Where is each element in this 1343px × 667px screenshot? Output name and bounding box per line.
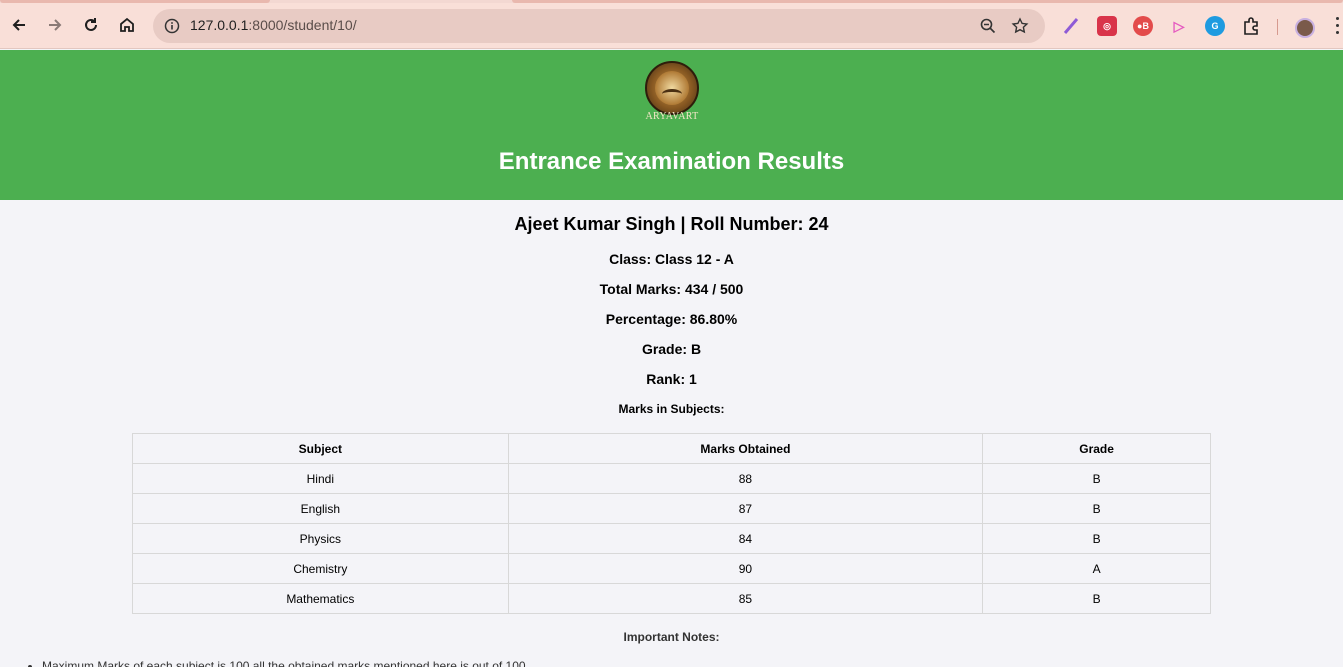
- extension-blue-icon[interactable]: G: [1205, 16, 1225, 36]
- header-marks: Marks Obtained: [507, 433, 984, 464]
- class-detail: Class: Class 12 - A: [609, 251, 734, 267]
- table-header-row: Subject Marks Obtained Grade: [132, 433, 1211, 464]
- logo-book-icon: [662, 89, 682, 99]
- grade-cell: B: [982, 583, 1211, 614]
- grade-cell: B: [982, 523, 1211, 554]
- url-host: 127.0.0.1: [190, 17, 249, 33]
- browser-menu-icon[interactable]: [1334, 17, 1340, 37]
- marks-cell: 88: [507, 463, 984, 494]
- total-marks-detail: Total Marks: 434 / 500: [599, 281, 744, 297]
- back-button[interactable]: [5, 11, 33, 39]
- table-row: Hindi 88 B: [132, 463, 1211, 494]
- forward-arrow-icon: [49, 19, 62, 31]
- browser-toolbar: 127.0.0.1:8000/student/10/ ◎ ●B ▷ G: [0, 3, 1343, 49]
- table-row: Chemistry 90 A: [132, 553, 1211, 584]
- note-item: Maximum Marks of each subject is 100 all…: [42, 659, 526, 667]
- school-logo: ARYAVART: [641, 59, 703, 129]
- subject-cell: Chemistry: [132, 553, 509, 584]
- notes-heading: Important Notes:: [623, 630, 720, 644]
- header-grade: Grade: [982, 433, 1211, 464]
- grade-cell: A: [982, 553, 1211, 584]
- table-row: Physics 84 B: [132, 523, 1211, 554]
- student-heading: Ajeet Kumar Singh | Roll Number: 24: [514, 214, 829, 234]
- toolbar-separator: [1277, 19, 1278, 35]
- subject-cell: Physics: [132, 523, 509, 554]
- grade-cell: B: [982, 493, 1211, 524]
- url-text: 127.0.0.1:8000/student/10/: [190, 17, 357, 33]
- percentage-detail: Percentage: 86.80%: [605, 311, 738, 327]
- marks-cell: 84: [507, 523, 984, 554]
- back-arrow-icon: [12, 19, 25, 31]
- notes-list: Maximum Marks of each subject is 100 all…: [42, 659, 526, 667]
- grade-detail: Grade: B: [641, 341, 702, 357]
- extensions-puzzle-icon[interactable]: [1241, 16, 1261, 36]
- reload-icon: [85, 18, 97, 31]
- reload-button[interactable]: [77, 11, 105, 39]
- marks-cell: 90: [507, 553, 984, 584]
- extension-pink-icon[interactable]: ▷: [1169, 16, 1189, 36]
- subject-cell: Hindi: [132, 463, 509, 494]
- profile-avatar[interactable]: [1295, 18, 1315, 38]
- marks-table: Subject Marks Obtained Grade Hindi 88 B …: [132, 433, 1211, 614]
- bookmark-star-icon[interactable]: [1009, 15, 1031, 37]
- subject-cell: English: [132, 493, 509, 524]
- marks-cell: 85: [507, 583, 984, 614]
- page-title: Entrance Examination Results: [498, 148, 845, 175]
- marks-cell: 87: [507, 493, 984, 524]
- site-info-icon[interactable]: [161, 15, 183, 37]
- subject-cell: Mathematics: [132, 583, 509, 614]
- extension-red-icon[interactable]: ◎: [1097, 16, 1117, 36]
- home-icon: [120, 17, 134, 32]
- url-path: :8000/student/10/: [248, 17, 357, 33]
- home-button[interactable]: [113, 11, 141, 39]
- header-subject: Subject: [132, 433, 509, 464]
- zoom-icon[interactable]: [977, 15, 999, 37]
- logo-text: ARYAVART: [645, 111, 699, 122]
- grade-cell: B: [982, 463, 1211, 494]
- table-row: English 87 B: [132, 493, 1211, 524]
- forward-button[interactable]: [41, 11, 69, 39]
- feather-extension-icon[interactable]: [1061, 16, 1081, 36]
- extension-b-icon[interactable]: ●B: [1133, 16, 1153, 36]
- logo-inner-circle: [655, 71, 689, 105]
- marks-heading: Marks in Subjects:: [618, 402, 725, 416]
- rank-detail: Rank: 1: [646, 371, 697, 387]
- address-bar[interactable]: 127.0.0.1:8000/student/10/: [153, 9, 1045, 43]
- table-row: Mathematics 85 B: [132, 583, 1211, 614]
